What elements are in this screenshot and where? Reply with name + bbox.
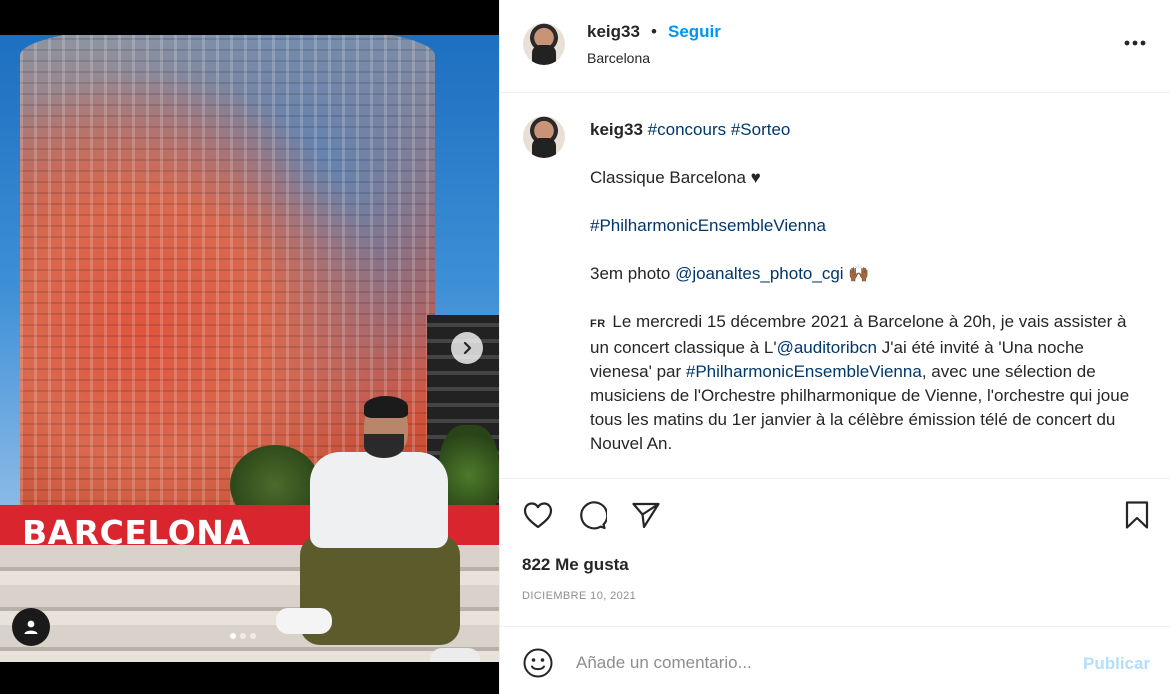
chevron-right-icon: [463, 341, 472, 355]
post-actions: 822 Me gusta DICIEMBRE 10, 2021: [500, 479, 1170, 627]
bookmark-icon: [1125, 501, 1149, 529]
more-options-button[interactable]: [1122, 30, 1148, 56]
follow-button[interactable]: Seguir: [668, 22, 721, 42]
post-caption: keig33 #concours #Sorteo Classique Barce…: [500, 93, 1170, 479]
post-photo[interactable]: BARCELONA: [0, 35, 499, 662]
caption-text: keig33 #concours #Sorteo Classique Barce…: [590, 118, 1145, 480]
more-horizontal-icon: [1124, 40, 1146, 46]
avatar[interactable]: [523, 23, 565, 65]
carousel-dot: [250, 633, 256, 639]
comment-input[interactable]: [576, 649, 1056, 677]
mention-link[interactable]: @auditoribcn: [777, 338, 877, 357]
post-panel: keig33 • Seguir Barcelona keig33 #concou…: [499, 0, 1170, 694]
publish-button[interactable]: Publicar: [1083, 654, 1150, 674]
likes-count[interactable]: 822 Me gusta: [522, 555, 629, 575]
instagram-post: BARCELONA keig33 • Seguir Barcelona keig…: [0, 0, 1170, 694]
caption-hashtags[interactable]: #concours #Sorteo: [648, 120, 791, 139]
share-icon: [632, 502, 660, 529]
share-button[interactable]: [630, 499, 662, 531]
comment-button[interactable]: [576, 499, 608, 531]
person-image: [276, 396, 480, 662]
avatar[interactable]: [523, 116, 565, 158]
add-comment-section: Publicar: [500, 627, 1170, 694]
raised-hands-emoji: 🙌🏾: [848, 264, 870, 283]
caption-username[interactable]: keig33: [590, 120, 643, 139]
heart-icon: [523, 502, 553, 529]
post-media: BARCELONA: [0, 0, 499, 694]
lang-flag-fr: FR: [590, 318, 606, 330]
carousel-indicator: [230, 633, 256, 639]
carousel-next-button[interactable]: [451, 332, 483, 364]
carousel-dot-active: [230, 633, 236, 639]
emoji-button[interactable]: [522, 647, 554, 679]
carousel-dot: [240, 633, 246, 639]
post-date: DICIEMBRE 10, 2021: [522, 590, 637, 602]
smiley-icon: [523, 648, 553, 678]
like-button[interactable]: [522, 499, 554, 531]
location-link[interactable]: Barcelona: [587, 50, 650, 66]
hashtag-link[interactable]: #PhilharmonicEnsembleVienna: [686, 362, 922, 381]
save-button[interactable]: [1121, 499, 1153, 531]
separator-dot: •: [651, 22, 657, 41]
hashtag-link[interactable]: #PhilharmonicEnsembleVienna: [590, 216, 826, 235]
tagged-users-button[interactable]: [12, 608, 50, 646]
mention-link[interactable]: @joanaltes_photo_cgi: [675, 264, 844, 283]
username-link[interactable]: keig33: [587, 22, 640, 42]
user-icon: [24, 620, 38, 634]
post-header: keig33 • Seguir Barcelona: [500, 0, 1170, 93]
caption-photo-credit: 3em photo: [590, 264, 676, 283]
comment-icon: [580, 501, 607, 530]
caption-line: Classique Barcelona ♥: [590, 168, 761, 187]
